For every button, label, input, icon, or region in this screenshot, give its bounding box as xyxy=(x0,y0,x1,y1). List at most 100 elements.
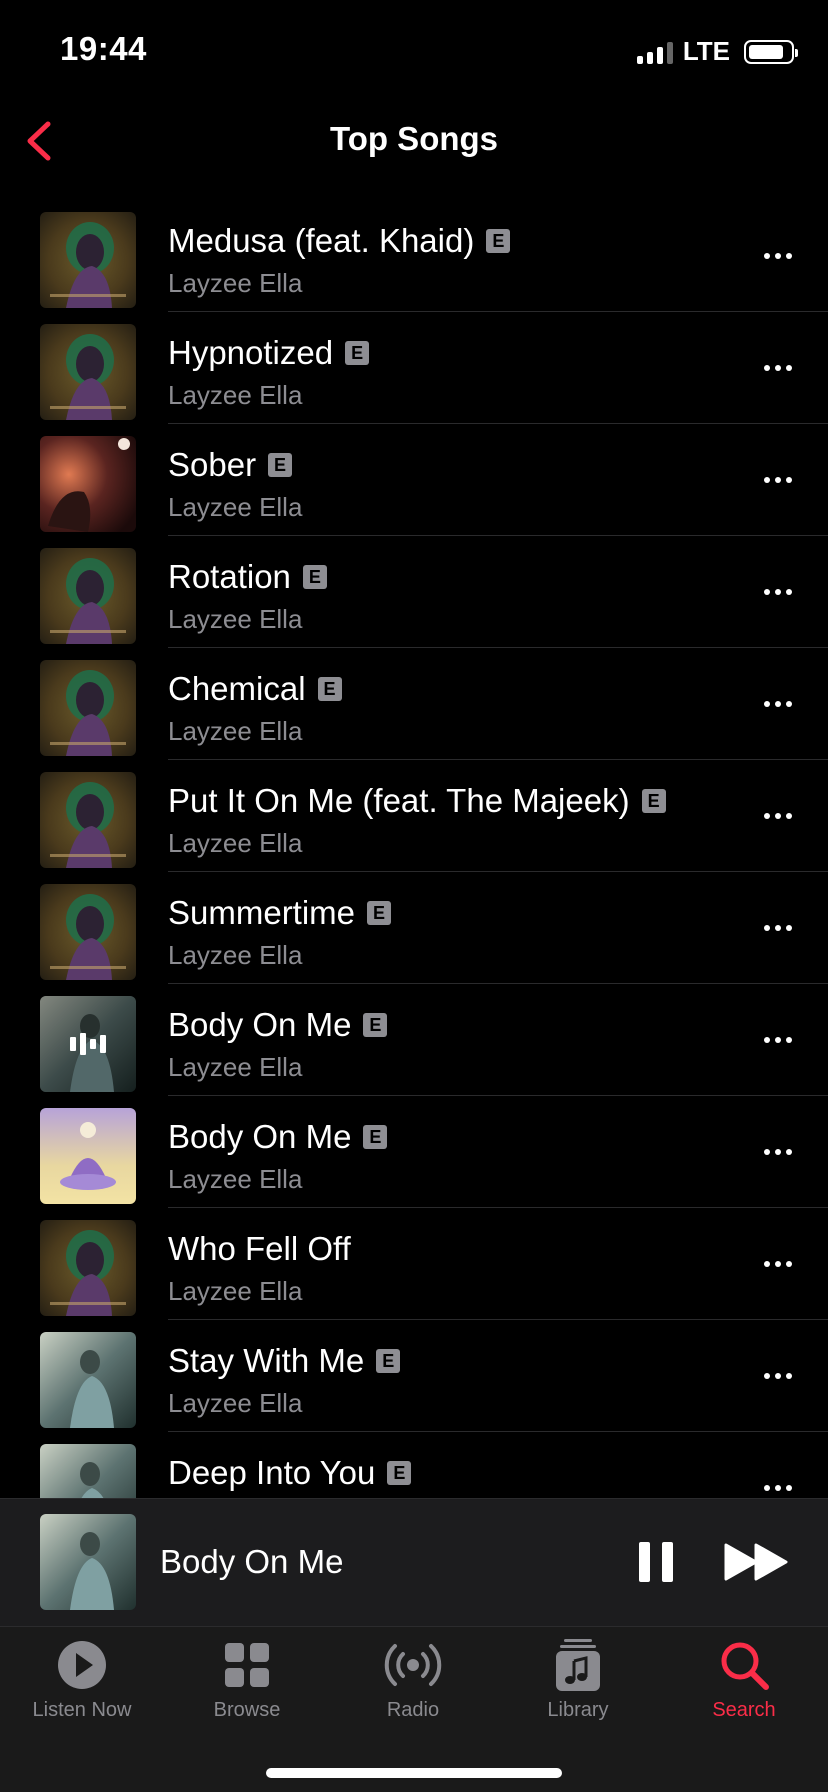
grid-icon xyxy=(225,1643,269,1687)
signal-strength-icon xyxy=(636,40,673,64)
song-artist: Layzee Ella xyxy=(168,380,303,410)
tab-label: Search xyxy=(712,1699,776,1721)
song-row[interactable]: Hypnotized E Layzee Ella xyxy=(0,312,828,424)
song-row[interactable]: Who Fell Off Layzee Ella xyxy=(0,1208,828,1320)
song-title: Who Fell Off xyxy=(168,1230,351,1267)
pause-button[interactable] xyxy=(636,1539,676,1585)
song-title-line: Summertime E xyxy=(168,894,392,932)
song-row[interactable]: Medusa (feat. Khaid) E Layzee Ella xyxy=(0,200,828,312)
song-row[interactable]: Put It On Me (feat. The Majeek) E Layzee E… xyxy=(0,760,828,872)
album-artwork xyxy=(40,1444,136,1498)
search-icon xyxy=(721,1642,769,1690)
song-artist: Layzee Ella xyxy=(168,1164,303,1194)
mini-player[interactable]: Body On Me xyxy=(0,1498,828,1626)
explicit-badge: E xyxy=(387,1461,412,1485)
more-options-button[interactable] xyxy=(756,236,800,276)
song-title-line: Chemical E xyxy=(168,670,342,708)
album-artwork xyxy=(40,884,136,980)
music-note-stack-icon xyxy=(556,1639,600,1691)
explicit-badge: E xyxy=(302,565,327,589)
tab-label: Radio xyxy=(386,1699,440,1721)
tab-label: Listen Now xyxy=(32,1699,132,1721)
song-row[interactable]: Summertime E Layzee Ella xyxy=(0,872,828,984)
song-row[interactable]: Body On Me E Layzee Ella xyxy=(0,984,828,1096)
song-title: Body On Me xyxy=(168,1118,352,1155)
album-artwork xyxy=(40,1220,136,1316)
home-indicator[interactable] xyxy=(266,1768,562,1778)
album-artwork xyxy=(40,660,136,756)
song-title: Put It On Me (feat. The Majeek) xyxy=(168,782,630,819)
explicit-badge: E xyxy=(641,789,666,813)
album-artwork xyxy=(40,324,136,420)
page-title: Top Songs xyxy=(329,120,499,157)
status-bar: 19:44 LTE xyxy=(0,0,828,100)
album-artwork xyxy=(40,1332,136,1428)
tab-library[interactable]: Library xyxy=(503,1637,653,1747)
skip-forward-button[interactable] xyxy=(724,1541,790,1583)
explicit-badge: E xyxy=(363,1125,388,1149)
song-list[interactable]: Medusa (feat. Khaid) E Layzee Ella Hypnotiz… xyxy=(0,200,828,1498)
status-time: 19:44 xyxy=(60,30,147,67)
more-options-button[interactable] xyxy=(756,1020,800,1060)
more-options-button[interactable] xyxy=(756,908,800,948)
more-options-button[interactable] xyxy=(756,348,800,388)
tab-bar: Listen Now Browse Radio Library Search xyxy=(0,1626,828,1792)
more-options-button[interactable] xyxy=(756,796,800,836)
song-title-line: Body On Me E xyxy=(168,1118,388,1156)
now-playing-artwork[interactable] xyxy=(40,1514,136,1610)
more-options-button[interactable] xyxy=(756,1356,800,1396)
radio-waves-icon xyxy=(384,1644,442,1686)
explicit-badge: E xyxy=(268,453,293,477)
play-circle-icon xyxy=(58,1641,106,1689)
explicit-badge: E xyxy=(317,677,342,701)
album-artwork xyxy=(40,996,136,1092)
more-options-button[interactable] xyxy=(756,460,800,500)
song-row[interactable]: Deep Into YouELayzee Ella xyxy=(0,1432,828,1498)
song-title-line: Put It On Me (feat. The Majeek) E xyxy=(168,782,666,820)
song-title: Rotation xyxy=(168,558,291,595)
song-title: Medusa (feat. Khaid) xyxy=(168,222,475,259)
song-row[interactable]: Body On Me E Layzee Ella xyxy=(0,1096,828,1208)
song-row[interactable]: Stay With Me E Layzee Ella xyxy=(0,1320,828,1432)
more-options-button[interactable] xyxy=(756,684,800,724)
song-title: Summertime xyxy=(168,894,356,931)
song-artist: Layzee Ella xyxy=(168,1276,303,1306)
tab-listen-now[interactable]: Listen Now xyxy=(7,1637,157,1747)
explicit-badge: E xyxy=(486,229,511,253)
song-row[interactable]: Sober E Layzee Ella xyxy=(0,424,828,536)
song-title: Chemical xyxy=(168,670,306,707)
song-title: Sober xyxy=(168,446,257,483)
song-row[interactable]: Rotation E Layzee Ella xyxy=(0,536,828,648)
now-playing-title[interactable]: Body On Me xyxy=(160,1543,343,1581)
song-row[interactable]: Chemical E Layzee Ella xyxy=(0,648,828,760)
song-artist: Layzee Ella xyxy=(168,716,303,746)
song-artist: Layzee Ella xyxy=(168,268,303,298)
more-options-button[interactable] xyxy=(756,572,800,612)
song-title: Stay With Me xyxy=(168,1342,365,1379)
more-options-button[interactable] xyxy=(756,1244,800,1284)
tab-radio[interactable]: Radio xyxy=(338,1637,488,1747)
more-options-button[interactable] xyxy=(756,1132,800,1172)
song-title-line: Deep Into You E xyxy=(168,1454,412,1492)
song-artist: Layzee Ella xyxy=(168,940,303,970)
song-title-line: Body On Me E xyxy=(168,1006,388,1044)
album-artwork xyxy=(40,772,136,868)
forward-icon xyxy=(724,1543,788,1581)
song-title-line: Rotation E xyxy=(168,558,327,596)
tab-browse[interactable]: Browse xyxy=(172,1637,322,1747)
song-title-line: Stay With Me E xyxy=(168,1342,401,1380)
tab-label: Library xyxy=(547,1699,609,1721)
song-artist: Layzee Ella xyxy=(168,492,303,522)
song-artist: Layzee Ella xyxy=(168,1388,303,1418)
song-title-line: Hypnotized E xyxy=(168,334,370,372)
battery-icon xyxy=(744,39,798,64)
song-title: Hypnotized xyxy=(168,334,334,371)
explicit-badge: E xyxy=(376,1349,401,1373)
status-indicators: LTE xyxy=(636,36,798,67)
song-title: Deep Into You xyxy=(168,1454,376,1491)
now-playing-bars-icon xyxy=(40,996,136,1092)
more-options-button[interactable] xyxy=(756,1468,800,1498)
album-artwork xyxy=(40,1108,136,1204)
tab-search[interactable]: Search xyxy=(669,1637,819,1747)
song-artist: Layzee Ella xyxy=(168,1052,303,1082)
